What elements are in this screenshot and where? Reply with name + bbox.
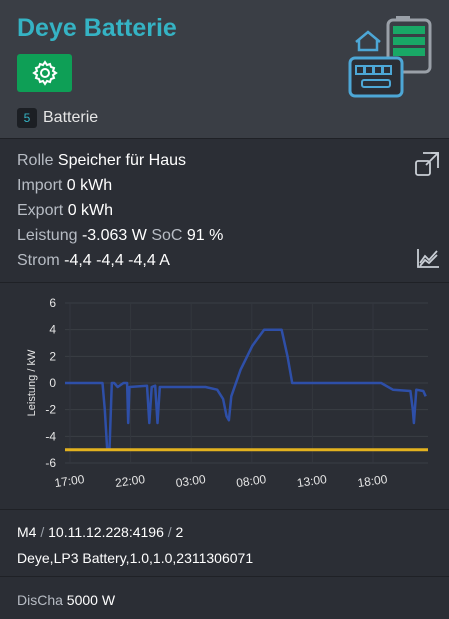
discharge-label: DisCha bbox=[17, 592, 63, 608]
leistung-label: Leistung bbox=[17, 227, 78, 244]
connection-info: M4 / 10.11.12.228:4196 / 2 Deye,LP3 Batt… bbox=[0, 510, 449, 577]
rolle-label: Rolle bbox=[17, 152, 54, 169]
strom-row: Strom -4,4 -4,4 -4,4 A bbox=[17, 252, 170, 270]
rolle-value: Speicher für Haus bbox=[57, 152, 186, 169]
x-tick-label: 17:00 bbox=[54, 472, 86, 490]
power-chart: 6 4 2 0 -2 -4 -6 17:00 22:00 03:00 08:00 13:00 18:00… bbox=[0, 283, 449, 510]
y-tick-label: -4 bbox=[45, 429, 56, 443]
connection-id: 2 bbox=[175, 524, 184, 540]
separator: / bbox=[167, 524, 172, 540]
settings-button[interactable] bbox=[17, 54, 72, 92]
category-badge: 5 bbox=[17, 108, 37, 128]
separator: / bbox=[40, 524, 45, 540]
house-battery-meter-icon bbox=[348, 16, 432, 98]
x-tick-label: 03:00 bbox=[175, 472, 207, 490]
y-tick-label: 4 bbox=[49, 323, 56, 337]
power-series-line bbox=[65, 328, 427, 451]
leistung-value: -3.063 W bbox=[81, 227, 147, 244]
gear-icon bbox=[31, 60, 58, 86]
connection-model: M4 bbox=[17, 524, 37, 540]
y-tick-label: -6 bbox=[45, 456, 56, 470]
device-identifier: Deye,LP3 Battery,1.0,1.0,2311306071 bbox=[17, 550, 254, 566]
device-title: Deye Batterie bbox=[17, 14, 177, 42]
expand-icon[interactable] bbox=[414, 151, 440, 177]
y-tick-label: 0 bbox=[49, 376, 56, 390]
strom-label: Strom bbox=[17, 252, 60, 269]
import-row: Import 0 kWh bbox=[17, 177, 112, 195]
line-chart-icon[interactable] bbox=[416, 247, 440, 269]
x-tick-label: 22:00 bbox=[114, 472, 146, 490]
y-tick-label: 2 bbox=[49, 349, 56, 363]
export-row: Export 0 kWh bbox=[17, 202, 113, 220]
power-chart-svg: 6 4 2 0 -2 -4 -6 17:00 22:00 03:00 08:00 13:00 18:00… bbox=[26, 296, 428, 490]
x-tick-label: 08:00 bbox=[235, 472, 267, 490]
discharge-row: DisCha 5000 W bbox=[17, 592, 115, 608]
leistung-row: Leistung -3.063 W SoC 91 % bbox=[17, 227, 223, 245]
y-tick-label: 6 bbox=[49, 296, 56, 310]
connection-address: 10.11.12.228:4196 bbox=[48, 524, 164, 540]
soc-label: SoC bbox=[151, 227, 183, 244]
connection-line: M4 / 10.11.12.228:4196 / 2 bbox=[17, 524, 183, 540]
x-tick-label: 18:00 bbox=[357, 472, 389, 490]
category-row: 5 Batterie bbox=[17, 108, 98, 128]
device-card: Deye Batterie 5 Batterie Rolle Speicher … bbox=[0, 0, 449, 617]
card-footer: DisCha 5000 W bbox=[0, 577, 449, 619]
card-header: Deye Batterie 5 Batterie bbox=[0, 0, 449, 139]
export-label: Export bbox=[17, 202, 64, 219]
soc-value: 91 % bbox=[186, 227, 224, 244]
rolle-row: Rolle Speicher für Haus bbox=[17, 152, 186, 170]
strom-value: -4,4 -4,4 -4,4 A bbox=[64, 252, 170, 269]
import-value: 0 kWh bbox=[66, 177, 113, 194]
device-info: Rolle Speicher für Haus Import 0 kWh Exp… bbox=[0, 139, 449, 283]
x-tick-label: 13:00 bbox=[296, 472, 328, 490]
y-tick-label: -2 bbox=[45, 403, 56, 417]
export-value: 0 kWh bbox=[67, 202, 114, 219]
y-axis-label: Leistung / kW bbox=[26, 349, 38, 416]
category-label: Batterie bbox=[43, 109, 99, 126]
import-label: Import bbox=[17, 177, 63, 194]
discharge-value: 5000 W bbox=[66, 592, 116, 608]
